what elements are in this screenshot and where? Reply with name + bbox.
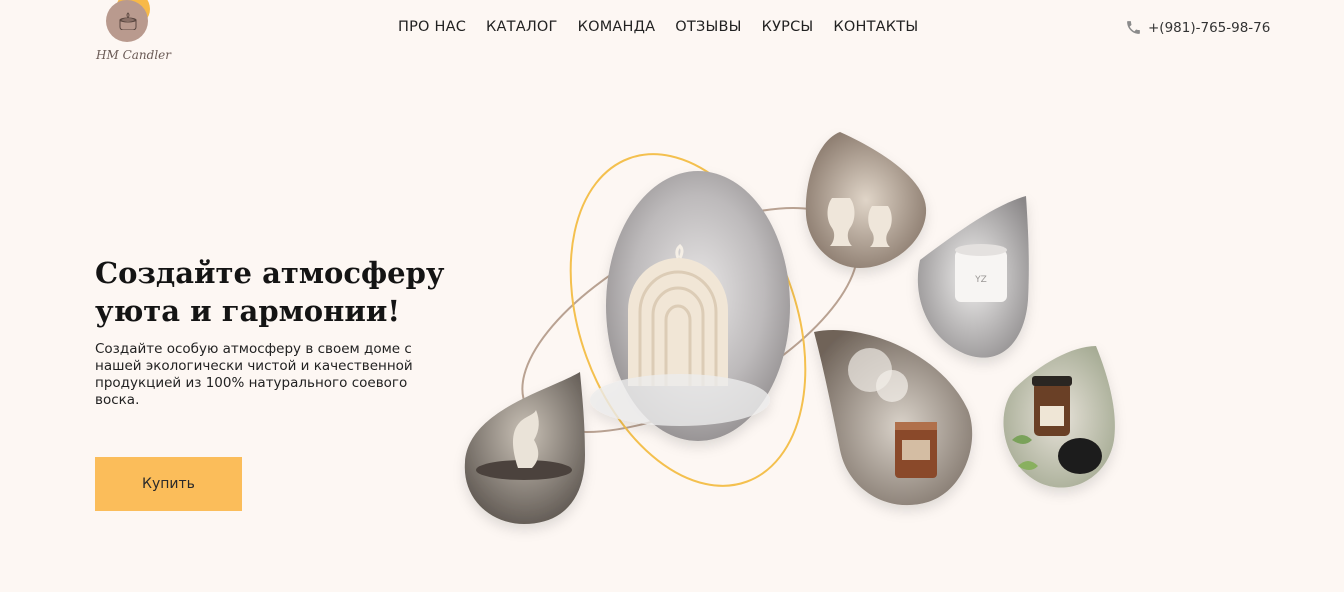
brand-logo[interactable]: HM Candler: [96, 0, 171, 66]
nav-about[interactable]: ПРО НАС: [398, 19, 466, 35]
nav-catalog[interactable]: КАТАЛОГ: [486, 19, 558, 35]
svg-text:YZ: YZ: [974, 275, 987, 285]
figure-candles-photo: [805, 132, 927, 268]
amber-candle-photo: [814, 330, 973, 506]
candle-icon: [119, 12, 137, 30]
nav-contacts[interactable]: КОНТАКТЫ: [833, 19, 918, 35]
hero-title: Создайте атмосферу уюта и гармонии!: [95, 256, 445, 328]
body-candle-photo: [464, 372, 585, 524]
phone-number: +(981)-765-98-76: [1148, 19, 1271, 36]
nav-courses[interactable]: КУРСЫ: [762, 19, 814, 35]
buy-button[interactable]: Купить: [95, 457, 242, 511]
dark-jar-candle-photo: [1003, 346, 1115, 488]
logo-text: HM Candler: [96, 48, 171, 62]
nav-team[interactable]: КОМАНДА: [578, 19, 656, 35]
gallery-art: YZ: [464, 132, 1115, 524]
nav-reviews[interactable]: ОТЗЫВЫ: [675, 19, 741, 35]
jar-candle-photo: YZ: [917, 196, 1029, 358]
candle-gallery: YZ: [440, 110, 1140, 550]
phone-icon: [1127, 21, 1140, 34]
main-nav: ПРО НАС КАТАЛОГ КОМАНДА ОТЗЫВЫ КУРСЫ КОН…: [398, 19, 918, 35]
phone-contact[interactable]: +(981)-765-98-76: [1125, 19, 1270, 36]
hero-subtitle: Создайте особую атмосферу в своем доме с…: [95, 341, 413, 408]
arch-candle-photo: [590, 171, 790, 441]
